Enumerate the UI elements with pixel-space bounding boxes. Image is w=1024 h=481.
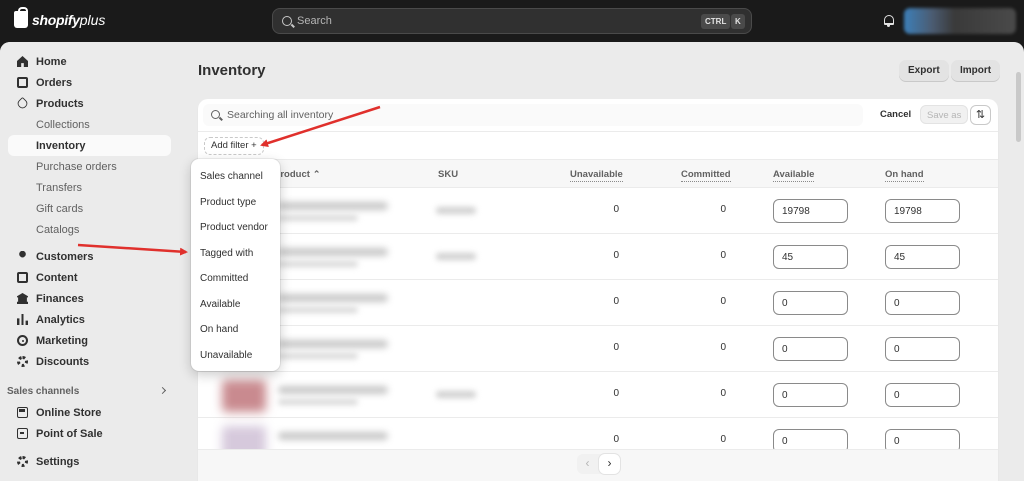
annotation-arrows (77, 105, 381, 256)
annotation-arrow-add-filter (260, 105, 381, 147)
annotation-arrow-tagged-with (77, 243, 188, 256)
